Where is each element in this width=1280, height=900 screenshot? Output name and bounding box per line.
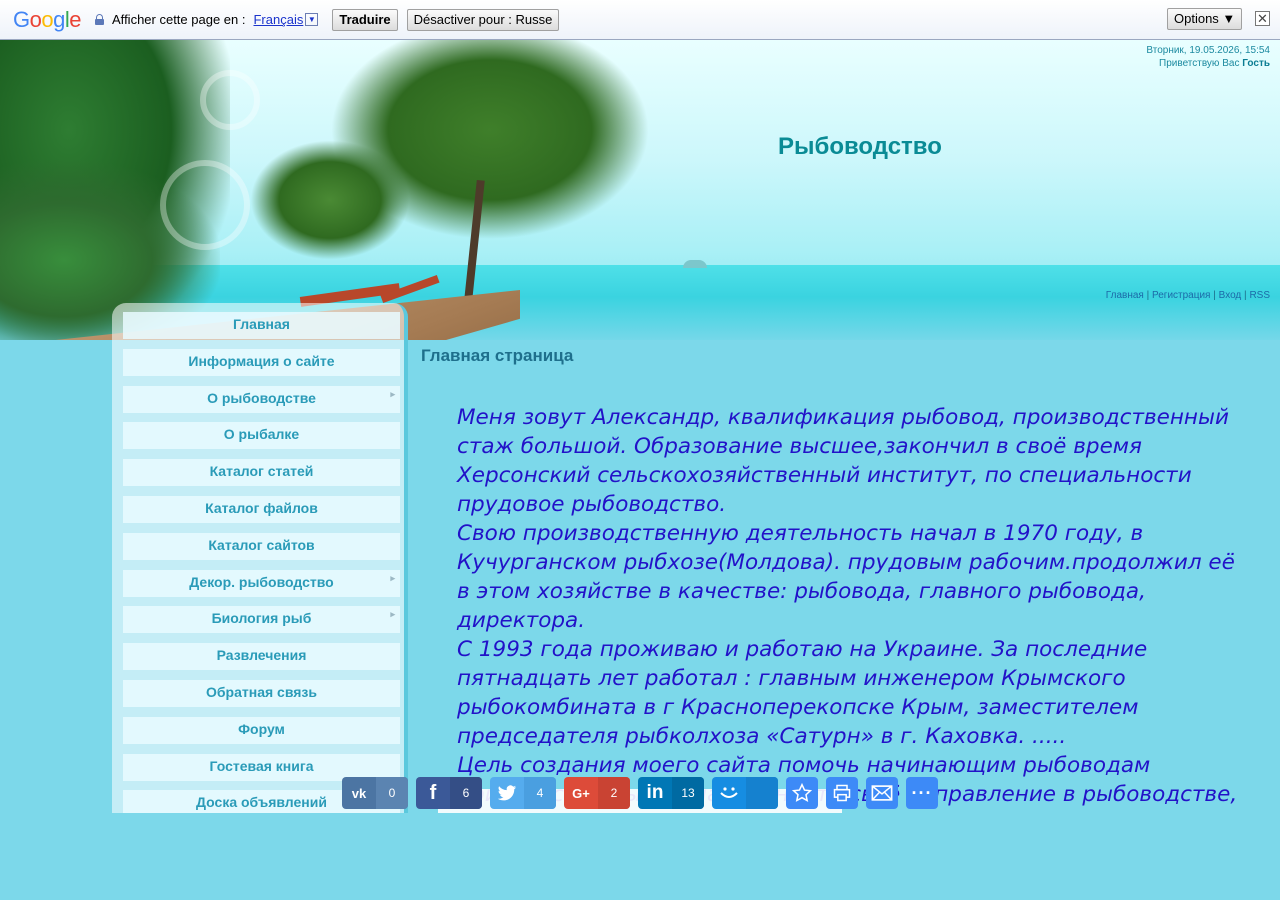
sidebar-menu: Главная Информация о сайте О рыбоводстве…: [112, 303, 408, 813]
dropdown-icon[interactable]: ▼: [305, 13, 319, 26]
menu-item-label: Доска объявлений: [196, 794, 327, 810]
share-count: 0: [376, 777, 408, 809]
menu-item-label: О рыбоводстве: [207, 390, 316, 406]
share-count: 4: [524, 777, 556, 809]
translate-button[interactable]: Traduire: [332, 8, 398, 31]
paragraph: Меня зовут Александр, квалификация рыбов…: [457, 405, 1229, 517]
translate-label: Afficher cette page en :: [112, 12, 246, 27]
menu-item-biology[interactable]: Биология рыб ▸: [123, 606, 400, 633]
greeting-text: Приветствую Вас Гость: [1146, 57, 1270, 70]
logo-letter: o: [41, 6, 54, 32]
share-linkedin-button[interactable]: in 13: [638, 777, 704, 809]
menu-item-label: Каталог сайтов: [208, 537, 315, 553]
menu-item-label: Каталог файлов: [205, 500, 318, 516]
submenu-arrow-icon: ▸: [390, 573, 395, 583]
menu-item-label: О рыбалке: [223, 426, 300, 442]
greeting-user: Гость: [1242, 58, 1270, 69]
menu-item-label: Развлечения: [216, 647, 307, 663]
language-select[interactable]: Français: [253, 12, 303, 27]
menu-item-fishing[interactable]: О рыбалке: [123, 422, 400, 449]
google-logo: Google: [13, 6, 82, 33]
menu-item-entertainment[interactable]: Развлечения: [123, 643, 400, 670]
site-title: Рыбоводство: [778, 133, 942, 160]
google-plus-icon: G+: [572, 785, 590, 801]
share-vk-button[interactable]: vk 0: [342, 777, 408, 809]
disable-translate-button[interactable]: Désactiver pour : Russe: [406, 8, 560, 31]
menu-item-label: Каталог статей: [209, 463, 314, 479]
more-button[interactable]: ···: [906, 777, 938, 809]
logo-letter: o: [29, 6, 42, 32]
facebook-icon: f: [429, 781, 437, 804]
vk-icon: vk: [351, 785, 367, 801]
share-count: 6: [450, 777, 482, 809]
menu-item-label: Биология рыб: [211, 610, 312, 626]
link-login[interactable]: Вход: [1219, 290, 1242, 301]
tree-illustration: [250, 140, 410, 260]
swirl-decoration: [160, 160, 250, 250]
menu-item-label: Обратная связь: [206, 684, 317, 700]
main-text: Меня зовут Александр, квалификация рыбов…: [457, 403, 1247, 809]
menu-item-site-info[interactable]: Информация о сайте: [123, 349, 400, 376]
email-button[interactable]: [866, 777, 898, 809]
translate-bar: Google Afficher cette page en : Français…: [0, 0, 1280, 40]
close-icon[interactable]: ✕: [1255, 11, 1270, 26]
language-value: Français: [253, 12, 304, 27]
menu-item-label: Гостевая книга: [209, 758, 314, 774]
share-count: [746, 777, 778, 809]
swirl-decoration: [200, 70, 260, 130]
menu-item-forum[interactable]: Форум: [123, 717, 400, 744]
link-separator: |: [1213, 290, 1216, 301]
menu-item-sites[interactable]: Каталог сайтов: [123, 533, 400, 560]
greeting-prefix: Приветствую Вас: [1159, 58, 1240, 69]
page-title: Главная страница: [421, 346, 574, 365]
linkedin-icon: in: [646, 782, 664, 803]
share-moimir-button[interactable]: [712, 777, 778, 809]
menu-item-label: Информация о сайте: [188, 353, 335, 369]
menu-item-decor[interactable]: Декор. рыбоводство ▸: [123, 570, 400, 597]
link-separator: |: [1244, 290, 1247, 301]
date-greeting: Вторник, 19.05.2026, 15:54 Приветствую В…: [1146, 44, 1270, 70]
top-links: Главная | Регистрация | Вход | RSS: [1106, 290, 1270, 301]
submenu-arrow-icon: ▸: [390, 389, 395, 399]
menu-item-files[interactable]: Каталог файлов: [123, 496, 400, 523]
ellipsis-icon: ···: [911, 782, 933, 803]
logo-letter: g: [53, 6, 65, 32]
link-rss[interactable]: RSS: [1249, 290, 1270, 301]
share-count: 2: [598, 777, 630, 809]
printer-icon: [826, 777, 858, 809]
link-home[interactable]: Главная: [1106, 290, 1144, 301]
menu-item-home[interactable]: Главная: [123, 312, 400, 339]
paragraph: С 1993 года проживаю и работаю на Украин…: [457, 637, 1148, 749]
menu-item-fish-farming[interactable]: О рыбоводстве ▸: [123, 386, 400, 413]
logo-letter: e: [69, 6, 82, 32]
island-illustration: [683, 260, 707, 268]
logo-letter: G: [13, 6, 30, 32]
paragraph: Свою производственную деятельность начал…: [457, 521, 1235, 633]
menu-item-label: Форум: [238, 721, 285, 737]
share-googleplus-button[interactable]: G+ 2: [564, 777, 630, 809]
submenu-arrow-icon: ▸: [390, 609, 395, 619]
menu-item-label: Декор. рыбоводство: [189, 574, 334, 590]
bookmark-button[interactable]: [786, 777, 818, 809]
smile-icon: [712, 777, 746, 809]
envelope-icon: [866, 777, 898, 809]
menu-item-feedback[interactable]: Обратная связь: [123, 680, 400, 707]
lock-icon: [95, 14, 105, 25]
link-register[interactable]: Регистрация: [1152, 290, 1210, 301]
star-icon: [786, 777, 818, 809]
share-facebook-button[interactable]: f 6: [416, 777, 482, 809]
header-banner: [0, 40, 1280, 340]
menu-item-label: Главная: [233, 316, 290, 332]
print-button[interactable]: [826, 777, 858, 809]
options-button[interactable]: Options ▼: [1167, 8, 1243, 30]
link-separator: |: [1146, 290, 1150, 301]
share-twitter-button[interactable]: 4: [490, 777, 556, 809]
menu-item-articles[interactable]: Каталог статей: [123, 459, 400, 486]
datetime-text: Вторник, 19.05.2026, 15:54: [1146, 45, 1270, 56]
share-count: 13: [672, 777, 704, 809]
twitter-icon: [490, 777, 524, 809]
